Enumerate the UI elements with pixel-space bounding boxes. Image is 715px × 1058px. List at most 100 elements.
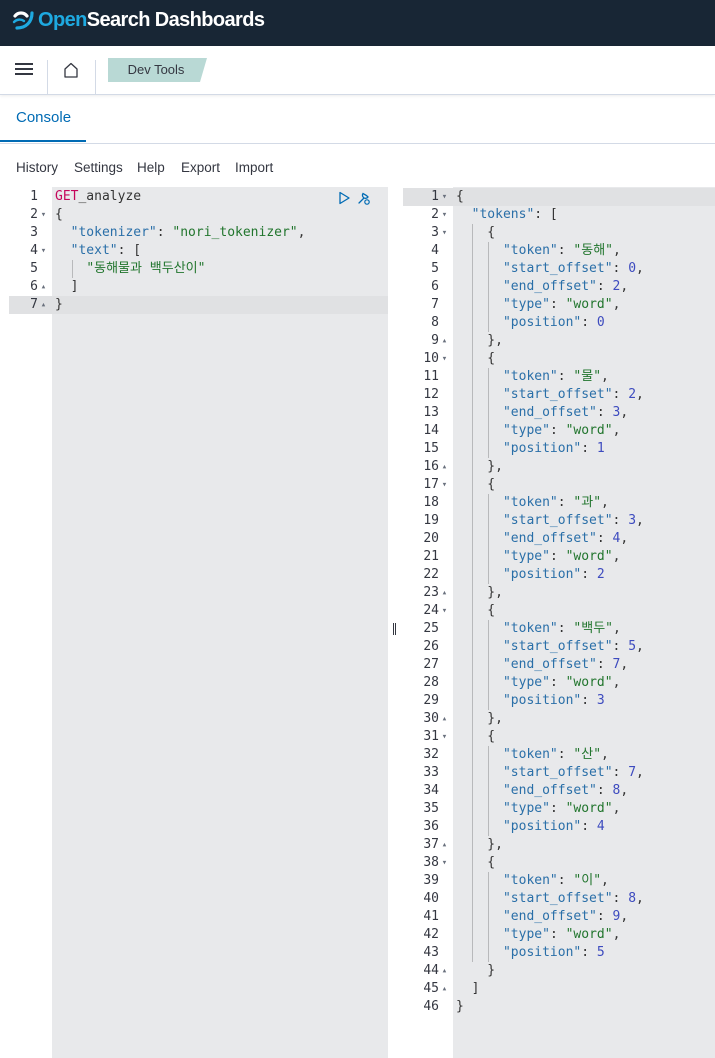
code-line[interactable]: "text": [: [55, 242, 141, 260]
code-line[interactable]: {: [55, 206, 63, 224]
fold-toggle-icon[interactable]: ▴: [439, 458, 450, 476]
code-token: ,: [636, 261, 644, 276]
line-number-text: 12: [423, 387, 439, 402]
line-number: 8: [403, 314, 450, 332]
menu-settings[interactable]: Settings: [74, 160, 123, 175]
menu-help[interactable]: Help: [137, 160, 165, 175]
fold-toggle-icon[interactable]: ▾: [439, 188, 450, 206]
code-token: :: [557, 243, 574, 258]
tab-console-label: Console: [16, 109, 72, 126]
line-number: 34: [403, 782, 450, 800]
fold-toggle-icon[interactable]: ▴: [439, 980, 450, 998]
line-number: 43: [403, 944, 450, 962]
fold-toggle-icon[interactable]: ▾: [439, 224, 450, 242]
editor-splitter[interactable]: [388, 187, 403, 1058]
fold-toggle-icon[interactable]: ▾: [439, 206, 450, 224]
fold-toggle-icon[interactable]: ▴: [38, 278, 49, 296]
opensearch-logo-icon: [12, 11, 34, 30]
fold-toggle-icon[interactable]: ▴: [439, 836, 450, 854]
line-number: 29: [403, 692, 450, 710]
code-line: "type": "word",: [456, 800, 620, 818]
fold-toggle-icon[interactable]: ▾: [439, 854, 450, 872]
code-line[interactable]: "tokenizer": "nori_tokenizer",: [55, 224, 306, 242]
code-token: 0: [596, 315, 605, 330]
line-number-text: 37: [423, 837, 439, 852]
menu-export[interactable]: Export: [181, 160, 220, 175]
code-token: :: [557, 747, 574, 762]
code-token: :: [557, 495, 574, 510]
code-line[interactable]: }: [55, 296, 63, 314]
line-number-text: 16: [423, 459, 439, 474]
line-number: 33: [403, 764, 450, 782]
fold-toggle-icon[interactable]: ▾: [439, 602, 450, 620]
wrench-icon[interactable]: [356, 190, 372, 206]
code-line: "end_offset": 7,: [456, 656, 628, 674]
opensearch-logo[interactable]: OpenSearch Dashboards: [10, 7, 265, 33]
divider: [95, 60, 96, 94]
line-number-text: 18: [423, 495, 439, 510]
code-token: :: [612, 387, 629, 402]
fold-toggle-icon[interactable]: ▴: [439, 332, 450, 350]
breadcrumb-dev-tools[interactable]: Dev Tools: [108, 58, 207, 82]
tab-console[interactable]: Console: [0, 95, 86, 142]
fold-toggle-icon[interactable]: ▴: [439, 710, 450, 728]
line-number: 7 ▴: [9, 296, 49, 314]
code-token: "type": [502, 675, 550, 690]
line-number: 5: [9, 260, 49, 278]
menu-toggle-icon[interactable]: [15, 62, 33, 76]
menu-import[interactable]: Import: [235, 160, 273, 175]
code-token: "백두": [573, 621, 613, 636]
line-number-text: 3: [30, 225, 38, 240]
code-token: ,: [601, 369, 609, 384]
menu-history[interactable]: History: [16, 160, 58, 175]
code-token: ]: [456, 981, 480, 996]
code-token: },: [456, 459, 503, 474]
code-token: "end_offset": [502, 531, 597, 546]
fold-toggle-icon[interactable]: ▾: [439, 476, 450, 494]
fold-toggle-icon[interactable]: ▴: [439, 962, 450, 980]
code-token: :: [612, 261, 629, 276]
line-number: 17 ▾: [403, 476, 450, 494]
code-line: "start_offset": 7,: [456, 764, 644, 782]
code-token: }: [456, 963, 496, 978]
home-icon[interactable]: [62, 61, 80, 79]
splitter-handle-icon[interactable]: [393, 623, 396, 635]
line-number-text: 6: [30, 279, 38, 294]
play-icon[interactable]: [336, 190, 352, 206]
request-code[interactable]: GET_analyze{ "tokenizer": "nori_tokenize…: [52, 187, 388, 1058]
line-number: 4: [403, 242, 450, 260]
line-number: 28: [403, 674, 450, 692]
code-token: "end_offset": [502, 783, 597, 798]
code-line[interactable]: ]: [55, 278, 79, 296]
line-number: 13: [403, 404, 450, 422]
code-line[interactable]: "동해물과 백두산이": [55, 260, 205, 278]
line-number-text: 24: [423, 603, 439, 618]
code-token: ,: [613, 243, 621, 258]
code-line: {: [456, 476, 495, 494]
fold-toggle-icon[interactable]: ▾: [439, 350, 450, 368]
fold-toggle-icon[interactable]: ▾: [38, 206, 49, 224]
code-line: ]: [456, 980, 480, 998]
code-line[interactable]: GET_analyze: [55, 188, 141, 206]
line-number-text: 5: [431, 261, 439, 276]
fold-toggle-icon[interactable]: ▾: [38, 242, 49, 260]
line-number: 2 ▾: [403, 206, 450, 224]
code-token: : [: [534, 207, 558, 222]
line-number-text: 43: [423, 945, 439, 960]
code-token: "start_offset": [502, 261, 613, 276]
code-line: }: [456, 998, 464, 1016]
line-number: 35: [403, 800, 450, 818]
code-token: ,: [613, 621, 621, 636]
fold-toggle-icon[interactable]: ▾: [439, 728, 450, 746]
fold-toggle-icon[interactable]: ▴: [38, 296, 49, 314]
code-token: "동해": [573, 243, 613, 258]
code-token: "type": [502, 927, 550, 942]
code-token: 2: [628, 387, 637, 402]
code-line: {: [456, 728, 495, 746]
fold-toggle-icon[interactable]: ▴: [439, 584, 450, 602]
code-token: },: [456, 585, 503, 600]
code-line: "start_offset": 2,: [456, 386, 644, 404]
request-editor[interactable]: 1 2 ▾ 3 4 ▾ 5 6 ▴ 7 ▴ GET_analyze{ "tokenizer": "n…: [9, 187, 388, 1058]
